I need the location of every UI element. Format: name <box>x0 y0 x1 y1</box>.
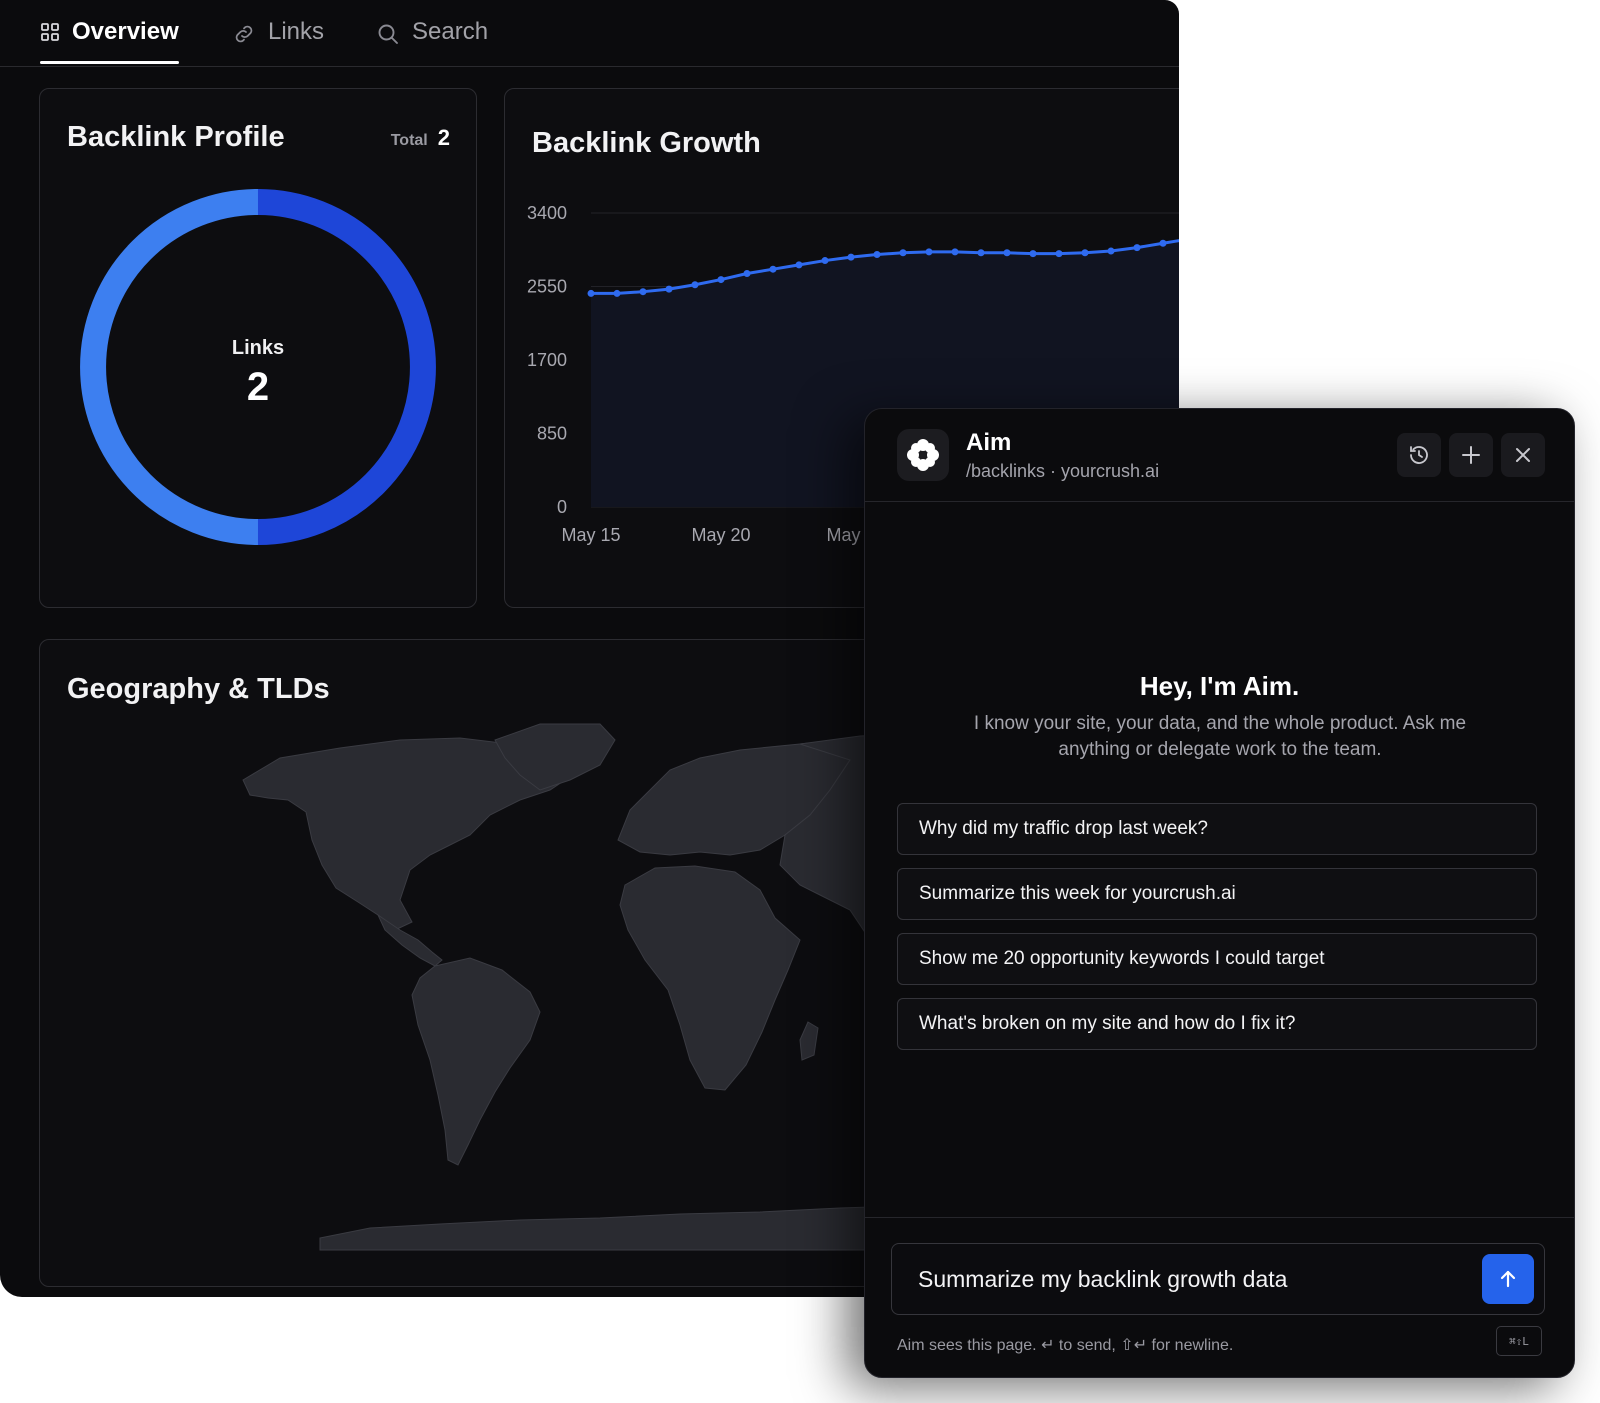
search-icon <box>378 24 398 44</box>
suggestion-button[interactable]: Show me 20 opportunity keywords I could … <box>897 933 1537 985</box>
map-africa[interactable] <box>619 865 801 1091</box>
assistant-header: Aim /backlinks · yourcrush.ai <box>865 409 1574 502</box>
link-icon <box>235 25 253 43</box>
data-point[interactable] <box>1107 247 1115 255</box>
assistant-panel: Aim /backlinks · yourcrush.ai Hey, I'm A… <box>864 408 1575 1378</box>
data-point[interactable] <box>769 265 777 273</box>
y-tick-label: 2550 <box>527 277 567 297</box>
tab-search[interactable]: Search <box>376 18 488 64</box>
shortcut-badge: ⌘⇧L <box>1496 1326 1542 1356</box>
send-button[interactable] <box>1482 1254 1534 1304</box>
flower-icon <box>907 439 939 471</box>
data-point[interactable] <box>587 289 595 297</box>
data-point[interactable] <box>821 257 829 265</box>
total-label: Total <box>390 132 428 149</box>
y-tick-label: 850 <box>537 424 567 444</box>
world-map <box>242 723 900 1251</box>
tab-links-label: Links <box>268 18 325 45</box>
map-antarctica[interactable] <box>319 1205 900 1251</box>
y-tick-label: 3400 <box>527 203 567 223</box>
divider <box>865 1217 1574 1218</box>
history-icon <box>1410 446 1428 464</box>
y-tick-label: 1700 <box>527 350 567 370</box>
data-point[interactable] <box>899 249 907 257</box>
tab-links[interactable]: Links <box>232 18 324 64</box>
data-point[interactable] <box>665 285 673 293</box>
map-madagascar[interactable] <box>799 1021 819 1061</box>
total-summary: Total 2 <box>391 125 450 151</box>
y-tick-label: 0 <box>557 497 567 517</box>
data-point[interactable] <box>951 248 959 256</box>
arrow-up-icon <box>1500 1270 1516 1288</box>
data-point[interactable] <box>613 289 621 297</box>
data-point[interactable] <box>743 270 751 278</box>
data-point[interactable] <box>717 276 725 284</box>
tab-overview[interactable]: Overview <box>40 18 179 64</box>
composer-hint: Aim sees this page. ↵ to send, ⇧↵ for ne… <box>897 1337 1234 1354</box>
donut-center-label: Links <box>231 337 285 359</box>
plus-icon <box>1462 446 1480 464</box>
assistant-greeting: Hey, I'm Aim. <box>1139 671 1300 701</box>
map-south-america[interactable] <box>411 957 541 1166</box>
data-point[interactable] <box>925 248 933 256</box>
data-point[interactable] <box>977 249 985 257</box>
data-point[interactable] <box>1081 249 1089 257</box>
data-point[interactable] <box>795 261 803 269</box>
data-point[interactable] <box>1133 244 1141 252</box>
data-point[interactable] <box>639 288 647 296</box>
card-title: Backlink Profile <box>67 121 285 153</box>
data-point[interactable] <box>1003 249 1011 257</box>
suggestion-button[interactable]: Summarize this week for yourcrush.ai <box>897 868 1537 920</box>
message-input[interactable]: Summarize my backlink growth data <box>891 1243 1545 1315</box>
assistant-intro: I know your site, your data, and the who… <box>973 713 1467 760</box>
grid-icon <box>41 23 59 41</box>
tab-search-label: Search <box>412 18 489 45</box>
total-value: 2 <box>437 125 450 150</box>
data-point[interactable] <box>1029 250 1037 258</box>
message-input-value: Summarize my backlink growth data <box>918 1266 1288 1292</box>
suggestion-button[interactable]: What's broken on my site and how do I fi… <box>897 998 1537 1050</box>
data-point[interactable] <box>847 253 855 261</box>
history-button[interactable] <box>1397 433 1441 477</box>
assistant-avatar <box>897 429 949 481</box>
data-point[interactable] <box>1159 239 1167 247</box>
close-button[interactable] <box>1501 433 1545 477</box>
data-point[interactable] <box>1055 250 1063 258</box>
x-tick-label: May 20 <box>691 525 750 545</box>
assistant-context: /backlinks · yourcrush.ai <box>966 461 1160 481</box>
backlink-profile-card: Backlink Profile Total 2 Links 2 <box>39 88 477 608</box>
new-chat-button[interactable] <box>1449 433 1493 477</box>
data-point[interactable] <box>873 251 881 259</box>
assistant-name: Aim <box>966 429 1012 456</box>
donut-center-value: 2 <box>246 365 270 409</box>
data-point[interactable] <box>691 281 699 289</box>
tab-overview-label: Overview <box>72 18 179 45</box>
close-icon <box>1516 448 1530 462</box>
tab-bar: Overview Links Search <box>0 0 1179 67</box>
x-tick-label: May 15 <box>561 525 620 545</box>
suggestion-button[interactable]: Why did my traffic drop last week? <box>897 803 1537 855</box>
